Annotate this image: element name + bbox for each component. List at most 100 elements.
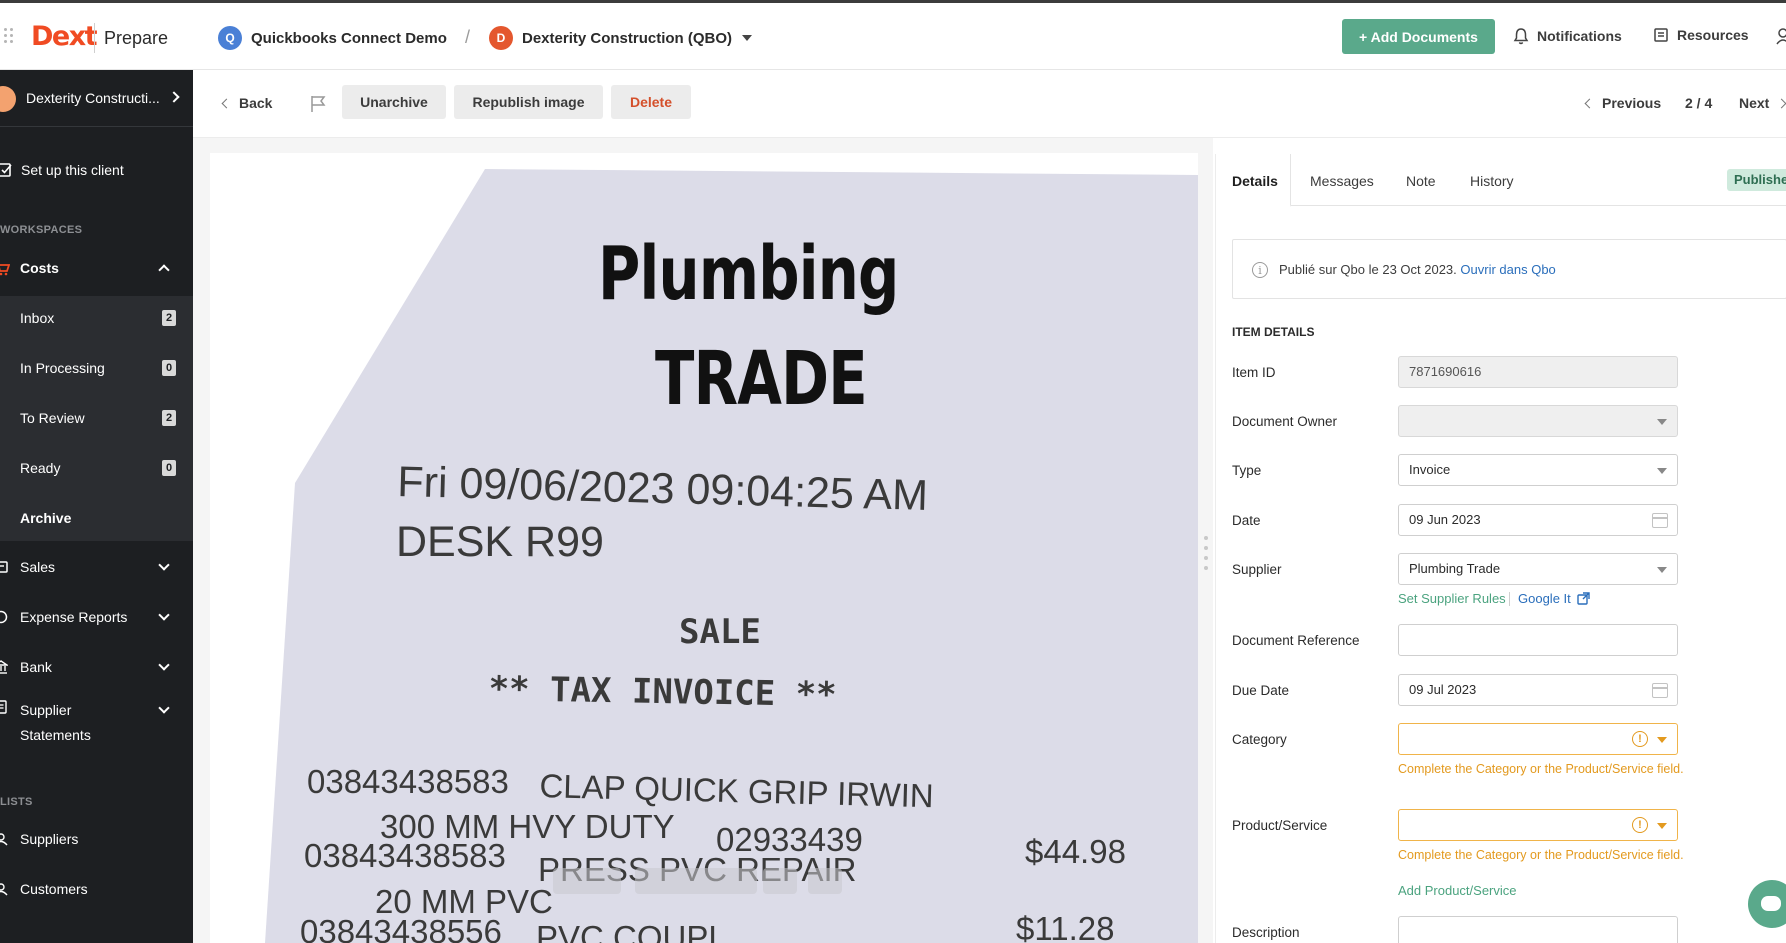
due-date-field[interactable]: 09 Jul 2023 bbox=[1398, 674, 1678, 706]
details-panel: Details Messages Note History Published … bbox=[1215, 154, 1786, 943]
sidebar-item-customers[interactable]: Customers bbox=[0, 869, 193, 909]
supplier-statements-label: Supplier Statements bbox=[20, 702, 91, 743]
zoom-controls[interactable] bbox=[635, 868, 757, 894]
sidebar: Dexterity Constructi... Set up this clie… bbox=[0, 70, 193, 943]
calendar-icon[interactable] bbox=[1652, 683, 1668, 698]
receipt-item3-desc: PVC COUPL bbox=[536, 919, 727, 943]
rotate-controls[interactable] bbox=[553, 868, 621, 894]
receipt-item1-code: 03843438583 bbox=[307, 763, 509, 800]
delete-button[interactable]: Delete bbox=[611, 85, 691, 119]
type-label: Type bbox=[1232, 463, 1262, 478]
sidebar-item-costs[interactable]: Costs bbox=[0, 248, 193, 288]
document-reference-label: Document Reference bbox=[1232, 633, 1360, 648]
user-icon[interactable] bbox=[1776, 27, 1786, 45]
dropdown-arrow-icon bbox=[1657, 468, 1667, 474]
category-label: Category bbox=[1232, 732, 1287, 747]
sidebar-item-suppliers[interactable]: Suppliers bbox=[0, 819, 193, 859]
document-reference-input[interactable] bbox=[1398, 624, 1678, 656]
inbox-count-badge: 2 bbox=[162, 310, 176, 326]
chevron-up-icon bbox=[158, 264, 170, 276]
setup-client-link[interactable]: Set up this client bbox=[0, 162, 124, 178]
sidebar-item-supplier-statements[interactable]: Supplier Statements bbox=[0, 696, 193, 746]
sidebar-item-expense-reports[interactable]: Expense Reports bbox=[0, 597, 193, 637]
chevron-down-icon bbox=[158, 702, 170, 714]
receipt-item3-price: $11.28 bbox=[1016, 910, 1115, 943]
open-in-qbo-link[interactable]: Ouvrir dans Qbo bbox=[1460, 262, 1555, 277]
sidebar-item-bank[interactable]: Bank bbox=[0, 647, 193, 687]
sidebar-item-ready[interactable]: Ready 0 bbox=[0, 448, 193, 488]
item-id-label: Item ID bbox=[1232, 365, 1276, 380]
chevron-down-icon bbox=[158, 609, 170, 621]
sidebar-item-sales[interactable]: Sales bbox=[0, 547, 193, 587]
sidebar-item-archive[interactable]: Archive bbox=[0, 498, 193, 538]
info-icon: i bbox=[1252, 262, 1268, 278]
tab-history[interactable]: History bbox=[1470, 173, 1514, 189]
calendar-icon[interactable] bbox=[1652, 513, 1668, 528]
client-switcher[interactable]: D Dexterity Construction (QBO) bbox=[489, 25, 753, 51]
date-field[interactable]: 09 Jun 2023 bbox=[1398, 504, 1678, 536]
unarchive-button[interactable]: Unarchive bbox=[342, 85, 446, 119]
tab-messages[interactable]: Messages bbox=[1310, 173, 1374, 189]
receipt-desk: DESK R99 bbox=[396, 518, 604, 566]
ready-count-badge: 0 bbox=[162, 460, 176, 476]
description-input[interactable] bbox=[1398, 916, 1678, 943]
to-review-label: To Review bbox=[20, 410, 85, 426]
document-owner-select bbox=[1398, 405, 1678, 437]
add-documents-button[interactable]: + Add Documents bbox=[1342, 19, 1495, 54]
tab-details[interactable]: Details bbox=[1232, 173, 1278, 189]
republish-image-button[interactable]: Republish image bbox=[454, 85, 603, 119]
fullscreen-button[interactable] bbox=[763, 868, 797, 894]
sales-icon bbox=[0, 561, 8, 573]
expense-icon bbox=[0, 610, 8, 624]
document-owner-label: Document Owner bbox=[1232, 414, 1338, 429]
receipt-item2-code: 03843438583 bbox=[304, 837, 506, 874]
panel-resize-handle[interactable] bbox=[1204, 536, 1208, 580]
category-select[interactable]: ! bbox=[1398, 723, 1678, 755]
add-product-service-link[interactable]: Add Product/Service bbox=[1398, 883, 1517, 898]
tab-note[interactable]: Note bbox=[1406, 173, 1436, 189]
set-supplier-rules-link[interactable]: Set Supplier Rules bbox=[1398, 591, 1506, 606]
sidebar-item-to-review[interactable]: To Review 2 bbox=[0, 398, 193, 438]
to-review-count-badge: 2 bbox=[162, 410, 176, 426]
inbox-label: Inbox bbox=[20, 310, 55, 326]
practice-switcher[interactable]: Q Quickbooks Connect Demo bbox=[218, 25, 447, 51]
dropdown-arrow-icon bbox=[1657, 419, 1667, 425]
download-button[interactable] bbox=[808, 868, 842, 894]
bell-icon bbox=[1513, 28, 1529, 45]
archive-label: Archive bbox=[20, 510, 72, 526]
book-icon bbox=[1654, 28, 1668, 42]
client-selector[interactable]: Dexterity Constructi... bbox=[0, 70, 193, 127]
supplier-select[interactable]: Plumbing Trade bbox=[1398, 553, 1678, 585]
sidebar-item-in-processing[interactable]: In Processing 0 bbox=[0, 348, 193, 388]
costs-label: Costs bbox=[20, 260, 59, 276]
product-service-select[interactable]: ! bbox=[1398, 809, 1678, 841]
previous-button[interactable]: Previous bbox=[1584, 95, 1661, 111]
sidebar-item-inbox[interactable]: Inbox 2 bbox=[0, 298, 193, 338]
product-name: Prepare bbox=[104, 28, 169, 48]
setup-label: Set up this client bbox=[21, 162, 124, 178]
back-button[interactable]: Back bbox=[221, 95, 273, 111]
supplier-value: Plumbing Trade bbox=[1409, 561, 1501, 576]
chevron-down-icon bbox=[742, 35, 753, 41]
document-viewer[interactable]: Plumbing TRADE Fri 09/06/2023 09:04:25 A… bbox=[210, 153, 1198, 943]
receipt-sale: SALE bbox=[679, 612, 761, 652]
dext-logo[interactable]: Dext bbox=[31, 21, 98, 52]
supplier-label: Supplier bbox=[1232, 562, 1282, 577]
google-it-link[interactable]: Google It bbox=[1518, 591, 1590, 606]
type-value: Invoice bbox=[1409, 462, 1451, 477]
description-label: Description bbox=[1232, 925, 1300, 940]
app-grid-icon[interactable] bbox=[4, 28, 16, 48]
publish-info-message: Publié sur Qbo le 23 Oct 2023. bbox=[1279, 262, 1457, 277]
resources-button[interactable]: Resources bbox=[1653, 27, 1749, 43]
type-select[interactable]: Invoice bbox=[1398, 454, 1678, 486]
checklist-icon bbox=[0, 163, 12, 177]
customers-label: Customers bbox=[20, 881, 88, 897]
back-label: Back bbox=[239, 95, 273, 111]
receipt-tax-invoice: ** TAX INVOICE ** bbox=[488, 669, 837, 716]
notifications-button[interactable]: Notifications bbox=[1513, 27, 1622, 45]
flag-icon[interactable] bbox=[310, 95, 326, 113]
next-button[interactable]: Next bbox=[1739, 95, 1786, 111]
date-label: Date bbox=[1232, 513, 1261, 528]
in-processing-label: In Processing bbox=[20, 360, 105, 376]
category-warning: Complete the Category or the Product/Ser… bbox=[1398, 762, 1684, 776]
